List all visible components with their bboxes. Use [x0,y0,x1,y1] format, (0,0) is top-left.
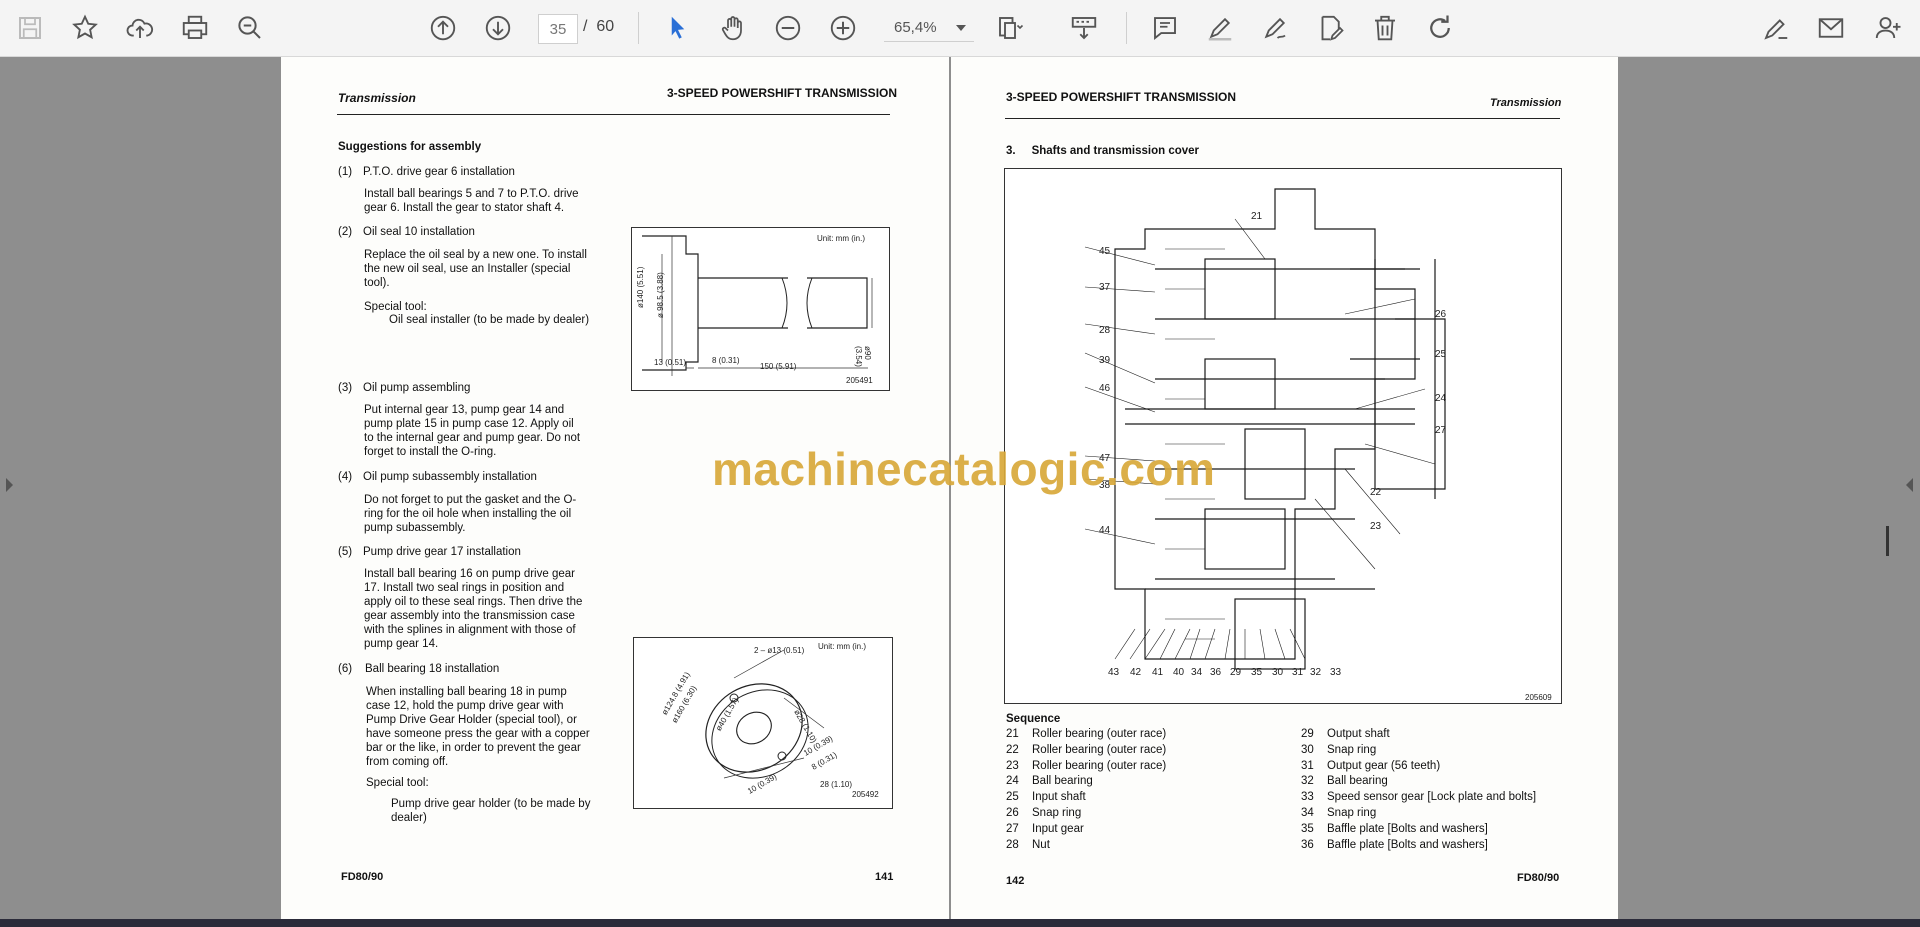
page-header-left: Transmission [338,91,416,105]
item-4-num: (4) [338,471,353,483]
vertical-scrollbar[interactable] [1886,526,1889,556]
zoom-in-icon[interactable] [825,10,861,46]
item-6-title: Ball bearing 18 installation [365,663,500,675]
item-1-body: Install ball bearings 5 and 7 to P.T.O. … [364,188,579,214]
item-4-title: Oil pump subassembly installation [363,471,537,483]
header-rule [1005,118,1560,119]
transmission-drawing [1084,188,1446,670]
transmission-cross-section-diagram: 21 45 37 28 39 46 47 38 44 26 25 24 27 2… [1004,168,1562,704]
hand-pan-icon[interactable] [715,10,751,46]
redo-icon[interactable] [1422,10,1458,46]
special-tool-label-2: Special tool: [366,777,429,789]
toolbar-divider [638,12,639,44]
highlight-pen-icon[interactable] [1202,10,1238,46]
edit-document-icon[interactable] [1312,10,1348,46]
item-6-num: (6) [338,663,353,675]
add-user-icon[interactable] [1870,10,1906,46]
zoom-out-icon[interactable] [770,10,806,46]
draw-pen-icon[interactable] [1257,10,1293,46]
item-1-num: (1) [338,166,353,178]
item-4-body: Do not forget to put the gasket and the … [364,494,577,534]
sequence-title: Sequence [1006,713,1061,725]
page-number-142: 142 [1006,875,1025,887]
item-1-title: P.T.O. drive gear 6 installation [363,166,515,178]
page-number-input[interactable]: 35 [538,14,578,44]
save-icon[interactable] [12,10,48,46]
left-panel-toggle-icon[interactable] [6,478,13,492]
item-6-body: When installing ball bearing 18 in pump c… [366,686,590,768]
page-number-141: 141 [875,871,894,883]
chevron-down-icon [956,25,966,31]
right-panel-toggle-icon[interactable] [1906,478,1913,492]
item-5-body: Install ball bearing 16 on pump drive ge… [364,568,583,650]
delete-trash-icon[interactable] [1367,10,1403,46]
item-3-body: Put internal gear 13, pump gear 14 and pu… [364,404,581,458]
email-icon[interactable] [1813,10,1849,46]
figure-pump-drive-gear-holder: Unit: mm (in.) 2 – ø13 (0.51) ø124.8 (4.… [633,637,893,809]
item-2-body: Replace the oil seal by a new one. To in… [364,249,587,289]
item-3-title: Oil pump assembling [363,382,471,394]
zoom-out-search-icon[interactable] [232,10,268,46]
keyboard-download-icon[interactable] [1066,10,1102,46]
header-rule [337,114,890,115]
item-5-num: (5) [338,546,353,558]
zoom-level-select[interactable]: 65,4% [884,14,974,42]
item-2-title: Oil seal 10 installation [363,226,475,238]
sequence-list-left: 21 Roller bearing (outer race) 22 Roller b… [1006,728,1167,851]
upload-cloud-icon[interactable] [122,10,158,46]
toolbar: 35 / 60 65,4% [0,0,1920,57]
page-footer-right: FD80/90 [1517,872,1560,884]
select-cursor-icon[interactable] [660,10,696,46]
special-tool-value: Oil seal installer (to be made by dealer… [389,314,590,326]
item-3-num: (3) [338,382,353,394]
previous-page-icon[interactable] [425,10,461,46]
item-5-title: Pump drive gear 17 installation [363,546,521,558]
special-tool-value-2: Pump drive gear holder (to be made by dea… [391,798,591,824]
toolbar-divider [1126,12,1127,44]
page-header-right: Transmission [1490,97,1562,109]
next-page-icon[interactable] [480,10,516,46]
bookmark-star-icon[interactable] [67,10,103,46]
sign-pen-icon[interactable] [1758,10,1794,46]
watermark: machinecatalogic.com [712,443,1216,495]
special-tool-label: Special tool: [364,301,427,313]
page-header-left: 3-SPEED POWERSHIFT TRANSMISSION [1006,90,1237,104]
figure-oil-seal-installer: Unit: mm (in.) ø140 (5.51) ø 98.5 (3.88)… [631,227,890,391]
page-count: / 60 [583,18,615,35]
item-2-num: (2) [338,226,353,238]
page-footer-left: FD80/90 [341,871,384,883]
section-title: 3. Shafts and transmission cover [1006,145,1200,157]
sequence-list-right: 29 Output shaft 30 Snap ring 31 Output gear… [1301,728,1537,851]
page-layout-icon[interactable] [992,10,1028,46]
print-icon[interactable] [177,10,213,46]
page-header-right: 3-SPEED POWERSHIFT TRANSMISSION [667,86,898,100]
section-title: Suggestions for assembly [338,141,482,153]
horizontal-scrollbar[interactable] [0,919,1920,927]
comment-icon[interactable] [1147,10,1183,46]
